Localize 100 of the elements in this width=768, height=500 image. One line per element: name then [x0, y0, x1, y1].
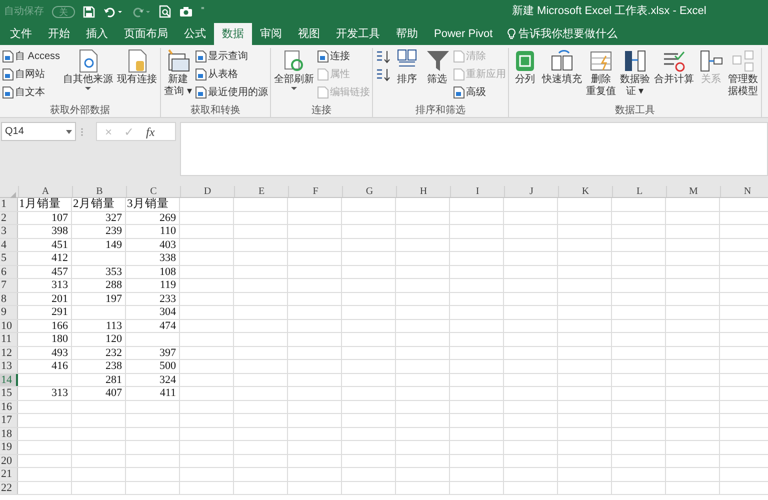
- caret-icon: [290, 86, 297, 91]
- ribbon-tab[interactable]: 视图: [290, 23, 328, 45]
- table-cell: 197: [106, 292, 122, 304]
- row-header[interactable]: 5: [0, 252, 18, 264]
- table-cell: 108: [160, 266, 176, 278]
- ribbon-button[interactable]: 排序: [392, 48, 421, 86]
- row-header[interactable]: 17: [0, 414, 18, 426]
- table-cell: 238: [106, 360, 122, 372]
- column-header[interactable]: I: [450, 186, 504, 197]
- table-cell: 119: [160, 279, 176, 291]
- table-cell: 451: [52, 238, 68, 250]
- table-cell: 269: [160, 212, 176, 224]
- table-cell: 474: [160, 320, 176, 332]
- ribbon-button[interactable]: 自文本: [2, 84, 60, 101]
- print-preview-icon[interactable]: [159, 5, 171, 18]
- caret-icon: [66, 130, 72, 134]
- column-header[interactable]: L: [612, 186, 666, 197]
- name-box[interactable]: Q14: [1, 122, 76, 141]
- insert-function-button[interactable]: fx: [146, 122, 155, 140]
- sort-ascending-icon[interactable]: [374, 50, 391, 64]
- ribbon-button[interactable]: 高级: [452, 84, 506, 101]
- ribbon-tab[interactable]: Power Pivot: [426, 23, 501, 45]
- ribbon-tab[interactable]: 插入: [78, 23, 116, 45]
- column-header[interactable]: C: [126, 186, 180, 197]
- row-header[interactable]: 19: [0, 441, 18, 454]
- camera-icon[interactable]: [179, 6, 193, 17]
- column-header[interactable]: N: [720, 186, 768, 197]
- row-header[interactable]: 14: [0, 374, 18, 386]
- sort-descending-icon[interactable]: [374, 68, 391, 82]
- row-header[interactable]: 12: [0, 346, 18, 359]
- column-header[interactable]: D: [180, 186, 234, 197]
- autosave-label: 自动保存: [4, 5, 44, 19]
- table-cell: 313: [52, 279, 68, 291]
- row-header[interactable]: 7: [0, 279, 18, 292]
- column-header[interactable]: J: [504, 186, 558, 197]
- column-header[interactable]: E: [234, 186, 288, 197]
- ribbon-button[interactable]: 快速填充: [540, 48, 583, 86]
- ribbon-tab[interactable]: 帮助: [388, 23, 426, 45]
- table-cell: 149: [106, 238, 122, 250]
- ribbon-tab[interactable]: 开始: [40, 23, 78, 45]
- row-header[interactable]: 6: [0, 266, 18, 278]
- table-cell: 411: [160, 387, 176, 399]
- column-header[interactable]: B: [72, 186, 126, 197]
- tell-me-field[interactable]: 告诉我你想要做什么: [500, 23, 624, 45]
- column-header[interactable]: A: [18, 186, 72, 197]
- ribbon-tab[interactable]: 开发工具: [328, 23, 388, 45]
- ribbon-button[interactable]: 现有连接: [116, 48, 158, 86]
- ribbon-button[interactable]: 最近使用的源: [194, 84, 268, 101]
- ribbon-tab[interactable]: 公式: [176, 23, 214, 45]
- ribbon-button[interactable]: 显示查询: [194, 48, 268, 65]
- ribbon-button[interactable]: 自其他来源: [62, 48, 114, 91]
- column-header[interactable]: H: [396, 186, 450, 197]
- customize-button[interactable]: ⁼: [201, 4, 204, 19]
- ribbon-button[interactable]: 合并计算: [652, 48, 695, 86]
- ribbon-button[interactable]: 删除 重复值: [584, 48, 617, 98]
- ribbon-button[interactable]: 新建 查询 ▾: [163, 48, 193, 98]
- ribbon-button[interactable]: 自 Access: [2, 48, 60, 65]
- row-header[interactable]: 10: [0, 320, 18, 332]
- formula-input-field[interactable]: [180, 122, 768, 176]
- row-header[interactable]: 9: [0, 306, 18, 318]
- row-header[interactable]: 4: [0, 238, 18, 251]
- row-header[interactable]: 8: [0, 292, 18, 305]
- ribbon-tab[interactable]: 页面布局: [116, 23, 176, 45]
- row-header[interactable]: 11: [0, 333, 18, 346]
- ribbon-tab[interactable]: 数据: [214, 23, 252, 45]
- ribbon-tab[interactable]: 文件: [2, 23, 40, 45]
- row-header[interactable]: 22: [0, 482, 18, 494]
- ribbon-button[interactable]: 从表格: [194, 66, 268, 83]
- column-header[interactable]: G: [342, 186, 396, 197]
- row-header[interactable]: 3: [0, 225, 18, 238]
- ribbon-button[interactable]: 数据验 证 ▾: [618, 48, 651, 98]
- ribbon-button[interactable]: 分列: [510, 48, 539, 86]
- table-cell: 288: [106, 279, 122, 291]
- row-header[interactable]: 20: [0, 454, 18, 467]
- table-cell: 239: [106, 225, 122, 237]
- row-header[interactable]: 16: [0, 400, 18, 413]
- table-cell: 500: [160, 360, 176, 372]
- table-cell: 1月销量: [19, 198, 61, 210]
- row-header[interactable]: 13: [0, 360, 18, 372]
- ribbon-button[interactable]: 全部刷新: [272, 48, 315, 91]
- row-header[interactable]: 18: [0, 428, 18, 440]
- ribbon-tab[interactable]: 审阅: [252, 23, 290, 45]
- row-header[interactable]: 2: [0, 212, 18, 224]
- ribbon-button[interactable]: 筛选: [422, 48, 451, 86]
- window-title: 新建 Microsoft Excel 工作表.xlsx - Excel: [512, 4, 706, 20]
- save-icon[interactable]: [83, 6, 95, 18]
- table-cell: 353: [106, 266, 122, 278]
- ribbon-button[interactable]: 连接: [316, 48, 370, 65]
- row-header[interactable]: 1: [0, 198, 18, 210]
- ribbon-button[interactable]: 自网站: [2, 66, 60, 83]
- table-cell: 457: [52, 266, 68, 278]
- row-header[interactable]: 15: [0, 387, 18, 400]
- ribbon-button[interactable]: 管理数 据模型: [726, 48, 759, 98]
- column-header[interactable]: M: [666, 186, 720, 197]
- row-header[interactable]: 21: [0, 468, 18, 480]
- column-header[interactable]: K: [558, 186, 612, 197]
- undo-icon[interactable]: [103, 6, 123, 18]
- group-label: 连接: [310, 104, 332, 117]
- column-header[interactable]: F: [288, 186, 342, 197]
- lightbulb-icon: [506, 28, 516, 40]
